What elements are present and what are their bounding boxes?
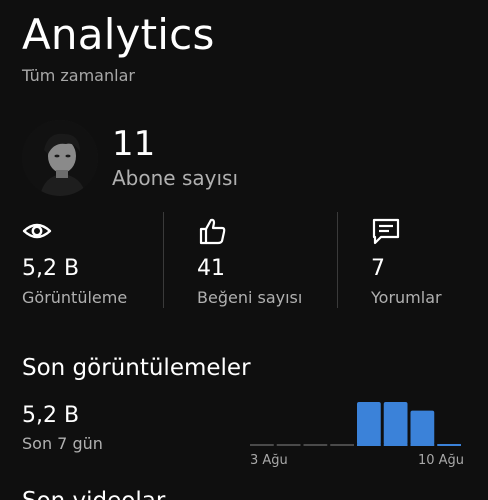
chart-bar[interactable] bbox=[357, 402, 381, 445]
chart-baseline-segment bbox=[303, 444, 328, 446]
thumbs-up-icon bbox=[197, 216, 227, 246]
page-title: Analytics bbox=[22, 10, 215, 59]
bar-chart-svg: 3 Ağu 10 Ağu bbox=[250, 402, 464, 468]
chart-bar[interactable] bbox=[383, 402, 408, 445]
avatar-portrait-image bbox=[22, 120, 98, 196]
stat-divider bbox=[163, 212, 164, 308]
chart-x-tick-label: 10 Ağu bbox=[418, 453, 464, 468]
channel-avatar[interactable] bbox=[22, 120, 98, 196]
subscriber-label: Abone sayısı bbox=[112, 166, 238, 190]
time-range-label: Tüm zamanlar bbox=[22, 66, 135, 85]
analytics-page: Analytics Tüm zamanlar 11 Abone sayısı 5… bbox=[0, 0, 488, 500]
chart-bar[interactable] bbox=[410, 410, 435, 445]
chart-baseline-segment bbox=[276, 444, 301, 446]
likes-label: Beğeni sayısı bbox=[197, 288, 303, 307]
views-value: 5,2 B bbox=[22, 256, 80, 281]
likes-value: 41 bbox=[197, 256, 225, 281]
recent-views-chart[interactable]: 3 Ağu 10 Ağu bbox=[248, 395, 466, 470]
stats-row: 5,2 B Görüntüleme 41 Beğeni sayısı 7 Yor… bbox=[0, 210, 488, 310]
recent-views-value: 5,2 B bbox=[22, 403, 80, 428]
comment-icon bbox=[371, 216, 401, 246]
recent-views-period: Son 7 gün bbox=[22, 434, 103, 453]
chart-baseline-segment bbox=[437, 444, 461, 446]
stat-divider bbox=[337, 212, 338, 308]
chart-x-tick-label: 3 Ağu bbox=[250, 453, 288, 468]
comments-label: Yorumlar bbox=[371, 288, 442, 307]
chart-baseline-segment bbox=[330, 444, 354, 446]
chart-baseline-segment bbox=[250, 444, 274, 446]
subscriber-count: 11 bbox=[112, 124, 156, 164]
recent-views-title: Son görüntülemeler bbox=[22, 355, 251, 381]
next-section-title: Son videolar bbox=[22, 488, 165, 500]
views-label: Görüntüleme bbox=[22, 288, 128, 307]
eye-icon bbox=[22, 216, 52, 246]
comments-value: 7 bbox=[371, 256, 385, 281]
